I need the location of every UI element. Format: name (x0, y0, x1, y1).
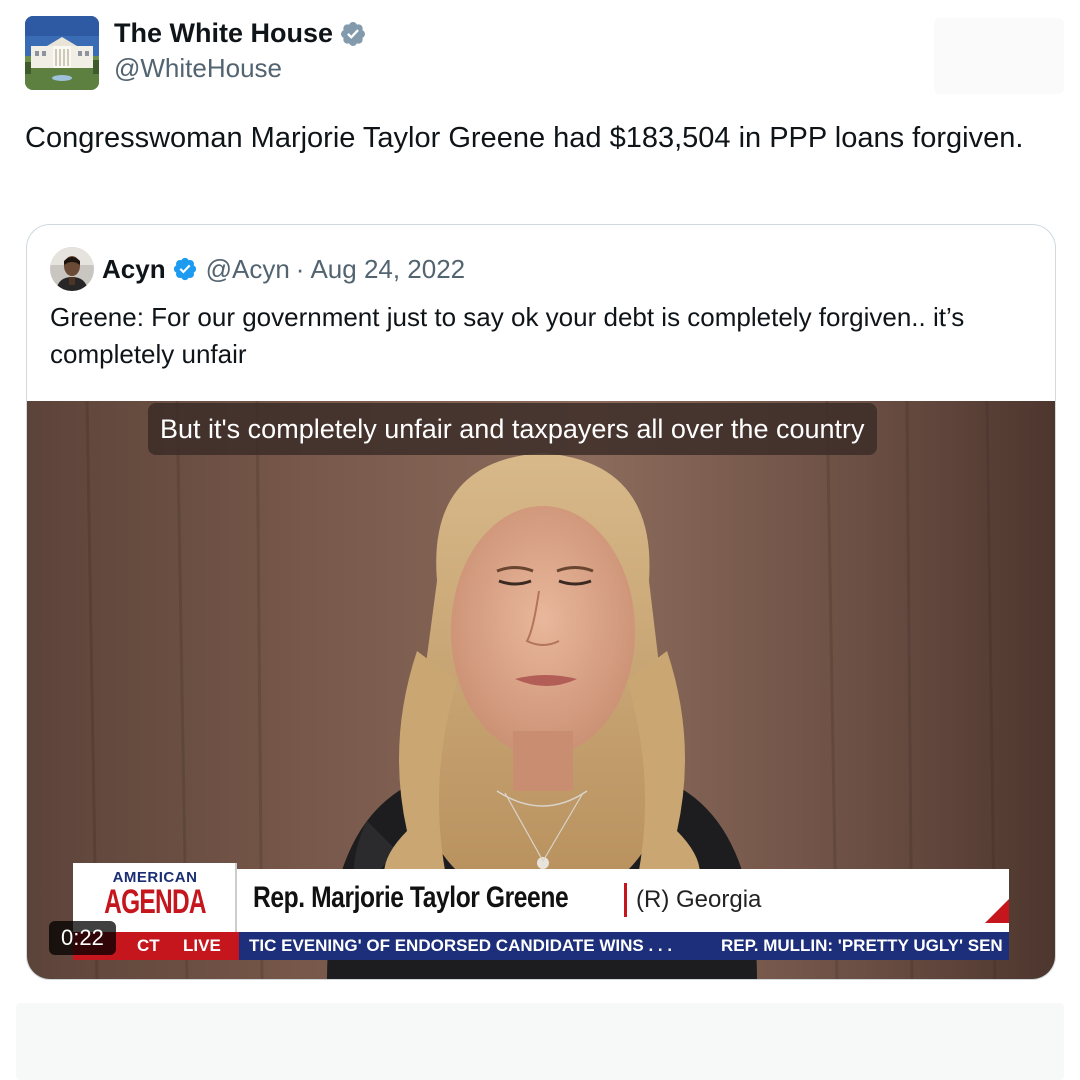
author-handle[interactable]: @WhiteHouse (114, 53, 367, 84)
quoted-author-handle[interactable]: @Acyn (206, 254, 290, 285)
quoted-tweet-text: Greene: For our government just to say o… (50, 302, 965, 369)
name-divider (624, 883, 627, 917)
tweet-author: The White House @WhiteHouse (114, 18, 367, 84)
speaker-name: Rep. Marjorie Taylor Greene (253, 881, 569, 914)
video-player[interactable]: But it's completely unfair and taxpayers… (27, 401, 1055, 979)
corner-accent (985, 899, 1009, 923)
separator-dot: · (295, 253, 305, 284)
tweet-actions-area (16, 1003, 1064, 1080)
author-name-row: The White House (114, 18, 367, 49)
quoted-tweet-header: Acyn @Acyn · Aug 24, 2022 (50, 247, 465, 291)
follow-button-placeholder[interactable] (934, 18, 1064, 94)
brand-bottom-text: AGENDA (104, 883, 206, 921)
ticker-headline-1: TIC EVENING' OF ENDORSED CANDIDATE WINS … (249, 936, 673, 955)
author-display-name[interactable]: The White House (114, 18, 333, 49)
verified-badge-icon[interactable] (172, 256, 198, 282)
news-lower-third: AMERICAN AGENDA Rep. Marjorie Taylor Gre… (73, 863, 1009, 932)
quoted-author-display-name[interactable]: Acyn (102, 254, 166, 285)
ticker-live-label: LIVE (183, 936, 221, 955)
verified-badge-icon[interactable] (339, 20, 367, 48)
quoted-tweet-date[interactable]: Aug 24, 2022 (310, 254, 465, 285)
quoted-tweet-card[interactable]: Acyn @Acyn · Aug 24, 2022 Greene: For ou… (26, 224, 1056, 980)
acyn-avatar[interactable] (50, 247, 94, 291)
tweet-header: The White House @WhiteHouse (25, 16, 367, 90)
video-duration-badge: 0:22 (49, 921, 116, 955)
ticker-timezone: CT (137, 936, 160, 955)
video-caption: But it's completely unfair and taxpayers… (148, 403, 877, 455)
news-ticker: CT LIVE TIC EVENING' OF ENDORSED CANDIDA… (73, 932, 1009, 960)
tweet-text: Congresswoman Marjorie Taylor Greene had… (25, 122, 1024, 154)
white-house-avatar[interactable] (25, 16, 99, 90)
ticker-headline-2: REP. MULLIN: 'PRETTY UGLY' SEN (721, 936, 1003, 955)
speaker-party: (R) Georgia (636, 886, 762, 913)
